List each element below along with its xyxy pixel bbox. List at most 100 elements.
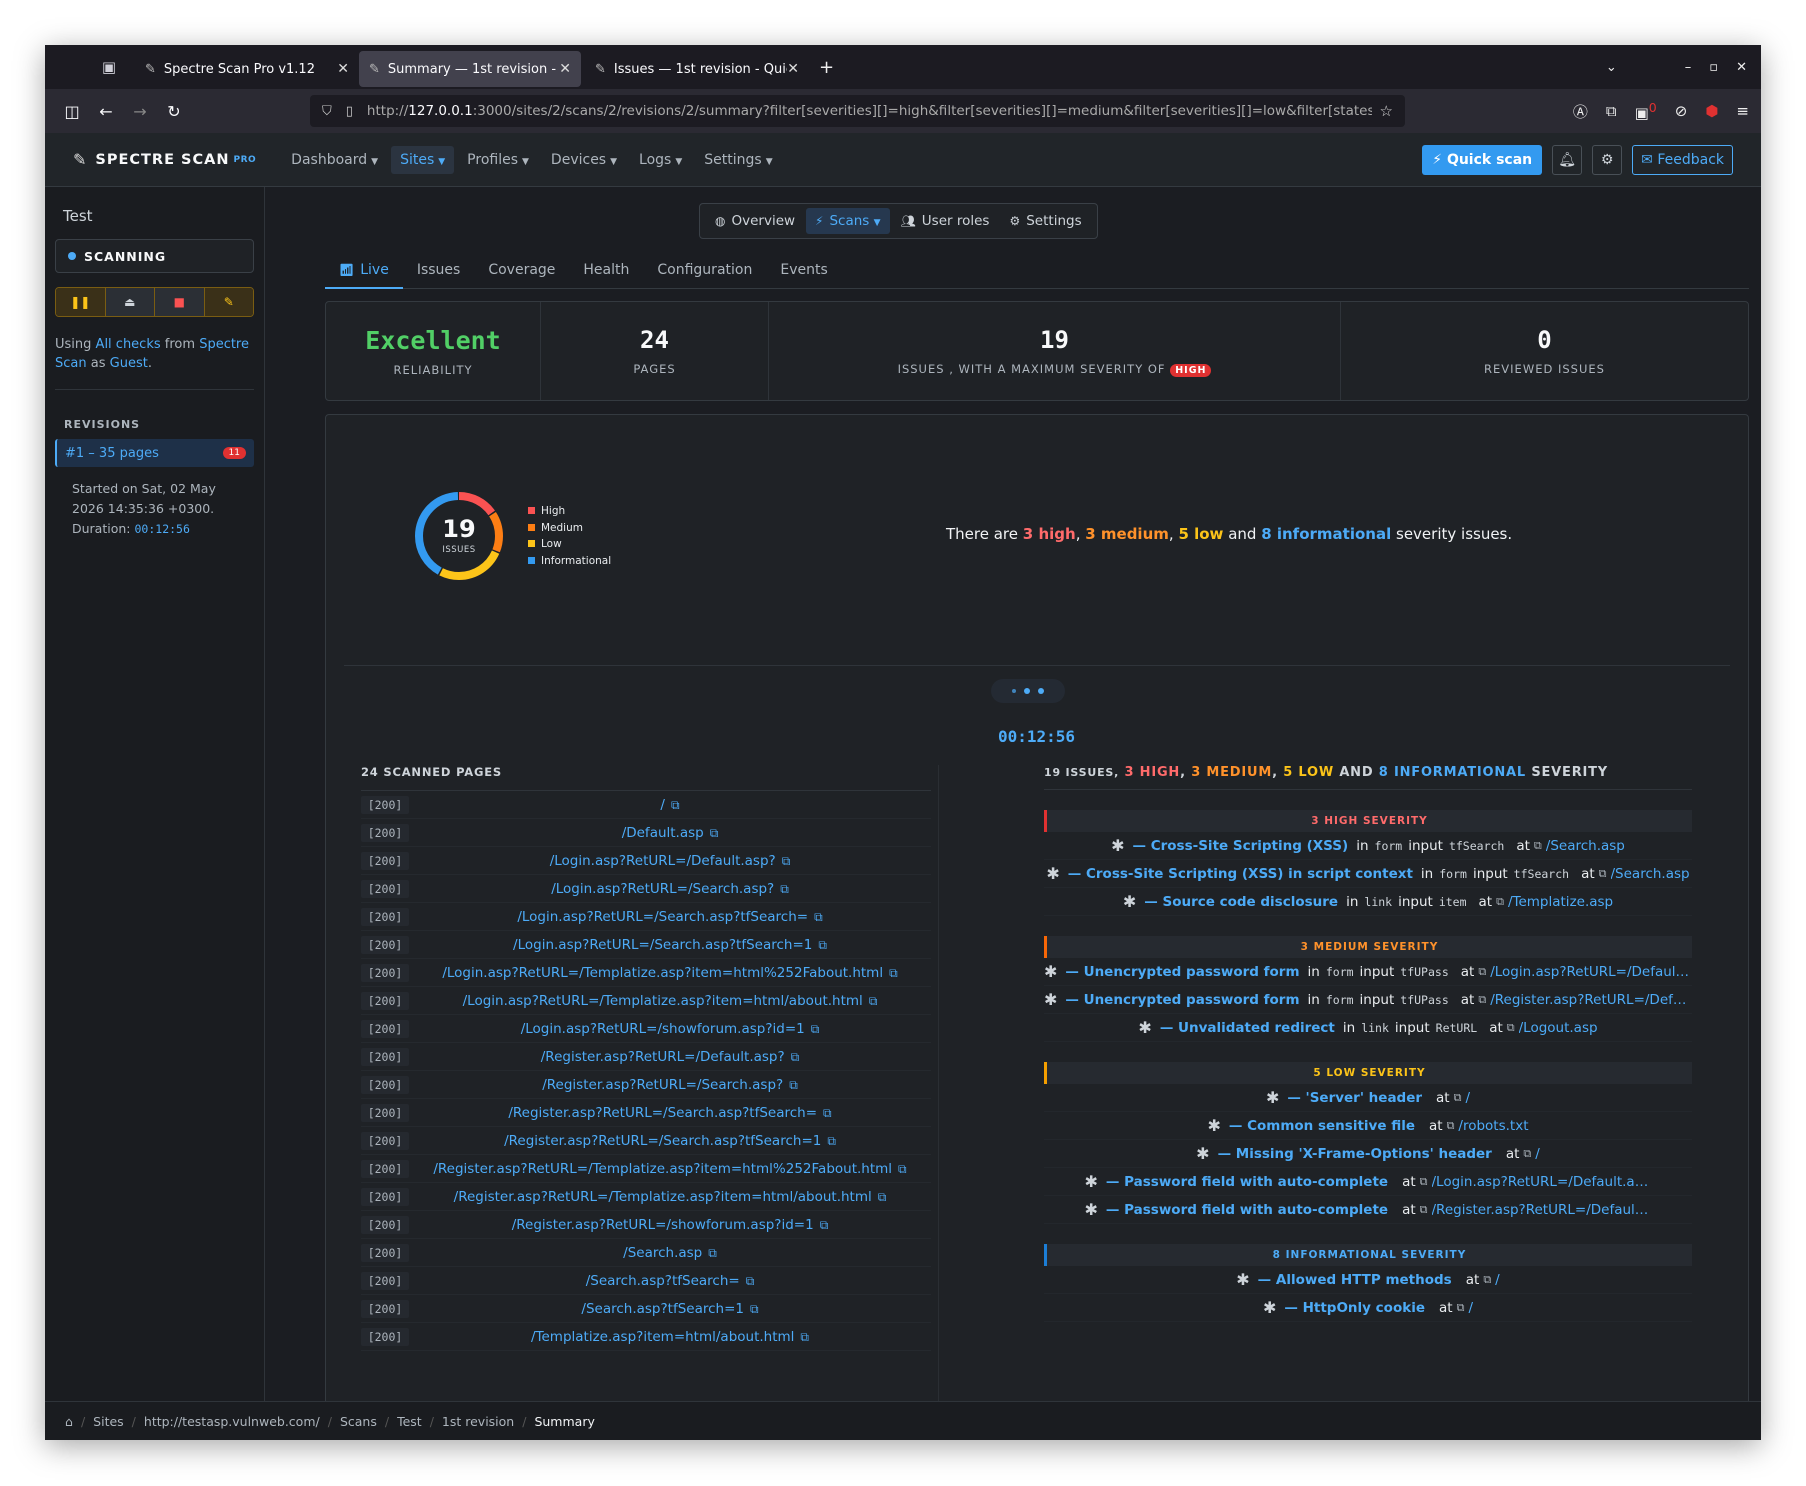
issue-name-link[interactable]: — Password field with auto-complete bbox=[1106, 1202, 1388, 1218]
external-link-icon[interactable]: ⧉ bbox=[1420, 1203, 1428, 1217]
issue-name-link[interactable]: — Unencrypted password form bbox=[1065, 992, 1299, 1008]
bookmark-star-icon[interactable]: ☆ bbox=[1380, 102, 1393, 120]
page-link[interactable]: /Login.asp?RetURL=/Default.asp? ⧉ bbox=[409, 853, 931, 869]
page-link[interactable]: /Search.asp?tfSearch=1 ⧉ bbox=[409, 1301, 931, 1317]
external-link-icon[interactable]: ⧉ bbox=[671, 798, 680, 812]
close-icon[interactable]: ✕ bbox=[337, 61, 349, 77]
nav-overview[interactable]: ◍ Overview bbox=[706, 208, 804, 234]
issue-location-link[interactable]: /Login.asp?RetURL=/Default.asp? bbox=[1432, 1174, 1652, 1190]
external-link-icon[interactable]: ⧉ bbox=[1454, 1091, 1462, 1105]
external-link-icon[interactable]: ⧉ bbox=[750, 1302, 759, 1316]
external-link-icon[interactable]: ⧉ bbox=[1599, 867, 1607, 881]
quick-scan-button[interactable]: ⚡ Quick scan bbox=[1422, 145, 1543, 175]
issue-name-link[interactable]: — Unvalidated redirect bbox=[1160, 1020, 1335, 1036]
external-link-icon[interactable]: ⧉ bbox=[1534, 839, 1542, 853]
menu-sites[interactable]: Sites ▼ bbox=[391, 145, 455, 174]
external-link-icon[interactable]: ⧉ bbox=[1420, 1175, 1428, 1189]
external-link-icon[interactable]: ⧉ bbox=[800, 1330, 809, 1344]
external-link-icon[interactable]: ⧉ bbox=[898, 1162, 907, 1176]
breadcrumb-item[interactable]: 1st revision bbox=[442, 1414, 514, 1429]
tab-health[interactable]: Health bbox=[569, 259, 643, 289]
issue-location-link[interactable]: / bbox=[1495, 1272, 1500, 1288]
window-close-icon[interactable]: ✕ bbox=[1736, 60, 1747, 75]
breadcrumb-item[interactable]: Test bbox=[397, 1414, 422, 1429]
issue-name-link[interactable]: — Cross-Site Scripting (XSS) bbox=[1133, 838, 1349, 854]
extension-badge-icon[interactable]: ▣0 bbox=[1635, 100, 1657, 122]
external-link-icon[interactable]: ⧉ bbox=[814, 910, 823, 924]
tab-coverage[interactable]: Coverage bbox=[474, 259, 569, 289]
issue-name-link[interactable]: — Unencrypted password form bbox=[1065, 964, 1299, 980]
menu-profiles[interactable]: Profiles ▼ bbox=[458, 146, 538, 174]
issue-name-link[interactable]: — Allowed HTTP methods bbox=[1258, 1272, 1452, 1288]
external-link-icon[interactable]: ⧉ bbox=[791, 1050, 800, 1064]
issue-name-link[interactable]: — HttpOnly cookie bbox=[1284, 1300, 1425, 1316]
external-link-icon[interactable]: ⧉ bbox=[780, 882, 789, 896]
browser-tab[interactable]: ✎ Issues — 1st revision - Quic ✕ bbox=[585, 51, 809, 87]
close-icon[interactable]: ✕ bbox=[787, 61, 799, 77]
tab-issues[interactable]: Issues bbox=[403, 259, 475, 289]
external-link-icon[interactable]: ⧉ bbox=[1523, 1147, 1531, 1161]
nav-settings[interactable]: ⚙ Settings bbox=[1000, 208, 1090, 234]
issue-name-link[interactable]: — Missing 'X-Frame-Options' header bbox=[1218, 1146, 1492, 1162]
external-link-icon[interactable]: ⧉ bbox=[789, 1078, 798, 1092]
sync-icon[interactable]: ⊘ bbox=[1675, 102, 1688, 120]
maximize-icon[interactable]: ▫ bbox=[1709, 60, 1718, 75]
tab-overview-icon[interactable]: ▣ bbox=[89, 58, 129, 76]
account-icon[interactable]: Ⓐ bbox=[1573, 101, 1588, 122]
theme-button[interactable]: ⚙ bbox=[1592, 145, 1623, 175]
menu-settings[interactable]: Settings ▼ bbox=[695, 146, 781, 174]
minimize-icon[interactable]: – bbox=[1685, 60, 1692, 75]
menu-logs[interactable]: Logs ▼ bbox=[630, 146, 691, 174]
page-link[interactable]: /Login.asp?RetURL=/Search.asp?tfSearch=1… bbox=[409, 937, 931, 953]
page-link[interactable]: /Register.asp?RetURL=/Search.asp?tfSearc… bbox=[409, 1133, 931, 1149]
external-link-icon[interactable]: ⧉ bbox=[708, 1246, 717, 1260]
breadcrumb-item[interactable]: http://testasp.vulnweb.com/ bbox=[144, 1414, 320, 1429]
issue-location-link[interactable]: /Register.asp?RetURL=/Default.asp? bbox=[1490, 992, 1692, 1008]
notifications-button[interactable]: 🔔︎ bbox=[1552, 145, 1583, 175]
external-link-icon[interactable]: ⧉ bbox=[1457, 1301, 1465, 1315]
menu-dashboard[interactable]: Dashboard ▼ bbox=[282, 146, 387, 174]
external-link-icon[interactable]: ⧉ bbox=[889, 966, 898, 980]
tab-list-chevron-icon[interactable]: ⌄ bbox=[1606, 60, 1617, 75]
nav-scans[interactable]: ⚡ Scans ▼ bbox=[806, 208, 890, 234]
page-link[interactable]: /Search.asp ⧉ bbox=[409, 1245, 931, 1261]
issue-location-link[interactable]: / bbox=[1468, 1300, 1473, 1316]
external-link-icon[interactable]: ⧉ bbox=[811, 1022, 820, 1036]
breadcrumb-item[interactable]: Sites bbox=[93, 1414, 124, 1429]
page-link[interactable]: /Login.asp?RetURL=/Templatize.asp?item=h… bbox=[409, 965, 931, 981]
page-link[interactable]: /Search.asp?tfSearch= ⧉ bbox=[409, 1273, 931, 1289]
issue-location-link[interactable]: / bbox=[1465, 1090, 1470, 1106]
forward-icon[interactable]: → bbox=[123, 102, 157, 121]
external-link-icon[interactable]: ⧉ bbox=[1447, 1119, 1455, 1133]
breadcrumb-item[interactable]: Scans bbox=[340, 1414, 377, 1429]
external-link-icon[interactable]: ⧉ bbox=[1496, 895, 1504, 909]
external-link-icon[interactable]: ⧉ bbox=[869, 994, 878, 1008]
url-bar[interactable]: ⛉ ▯ http://127.0.0.1:3000/sites/2/scans/… bbox=[310, 95, 1405, 127]
issue-name-link[interactable]: — 'Server' header bbox=[1287, 1090, 1422, 1106]
external-link-icon[interactable]: ⧉ bbox=[1478, 965, 1486, 979]
page-link[interactable]: /Login.asp?RetURL=/Search.asp? ⧉ bbox=[409, 881, 931, 897]
home-icon[interactable]: ⌂ bbox=[65, 1414, 73, 1429]
issue-location-link[interactable]: /Logout.asp bbox=[1519, 1020, 1598, 1036]
issue-name-link[interactable]: — Password field with auto-complete bbox=[1106, 1174, 1388, 1190]
external-link-icon[interactable]: ⧉ bbox=[818, 938, 827, 952]
page-link[interactable]: /Register.asp?RetURL=/showforum.asp?id=1… bbox=[409, 1217, 931, 1233]
page-link[interactable]: /Register.asp?RetURL=/Templatize.asp?ite… bbox=[409, 1161, 931, 1177]
external-link-icon[interactable]: ⧉ bbox=[1507, 1021, 1515, 1035]
browser-tab-active[interactable]: ✎ Summary — 1st revision - Q ✕ bbox=[359, 51, 581, 87]
page-link[interactable]: /Login.asp?RetURL=/Search.asp?tfSearch= ⧉ bbox=[409, 909, 931, 925]
edit-button[interactable]: ✎ bbox=[204, 288, 253, 316]
page-link[interactable]: /Login.asp?RetURL=/Templatize.asp?item=h… bbox=[409, 993, 931, 1009]
external-link-icon[interactable]: ⧉ bbox=[1478, 993, 1486, 1007]
ublock-icon[interactable]: ⬢ bbox=[1705, 102, 1718, 120]
issue-location-link[interactable]: /Search.asp bbox=[1611, 866, 1690, 882]
revision-item[interactable]: #1 – 35 pages 11 bbox=[55, 439, 254, 467]
external-link-icon[interactable]: ⧉ bbox=[1483, 1273, 1491, 1287]
page-link[interactable]: /Register.asp?RetURL=/Search.asp? ⧉ bbox=[409, 1077, 931, 1093]
page-link[interactable]: /Login.asp?RetURL=/showforum.asp?id=1 ⧉ bbox=[409, 1021, 931, 1037]
issue-name-link[interactable]: — Cross-Site Scripting (XSS) in script c… bbox=[1068, 866, 1413, 882]
page-link[interactable]: /Templatize.asp?item=html/about.html ⧉ bbox=[409, 1329, 931, 1345]
suspend-button[interactable]: ⏏ bbox=[105, 288, 155, 316]
reload-icon[interactable]: ↻ bbox=[157, 102, 191, 121]
page-link[interactable]: /Default.asp ⧉ bbox=[409, 825, 931, 841]
